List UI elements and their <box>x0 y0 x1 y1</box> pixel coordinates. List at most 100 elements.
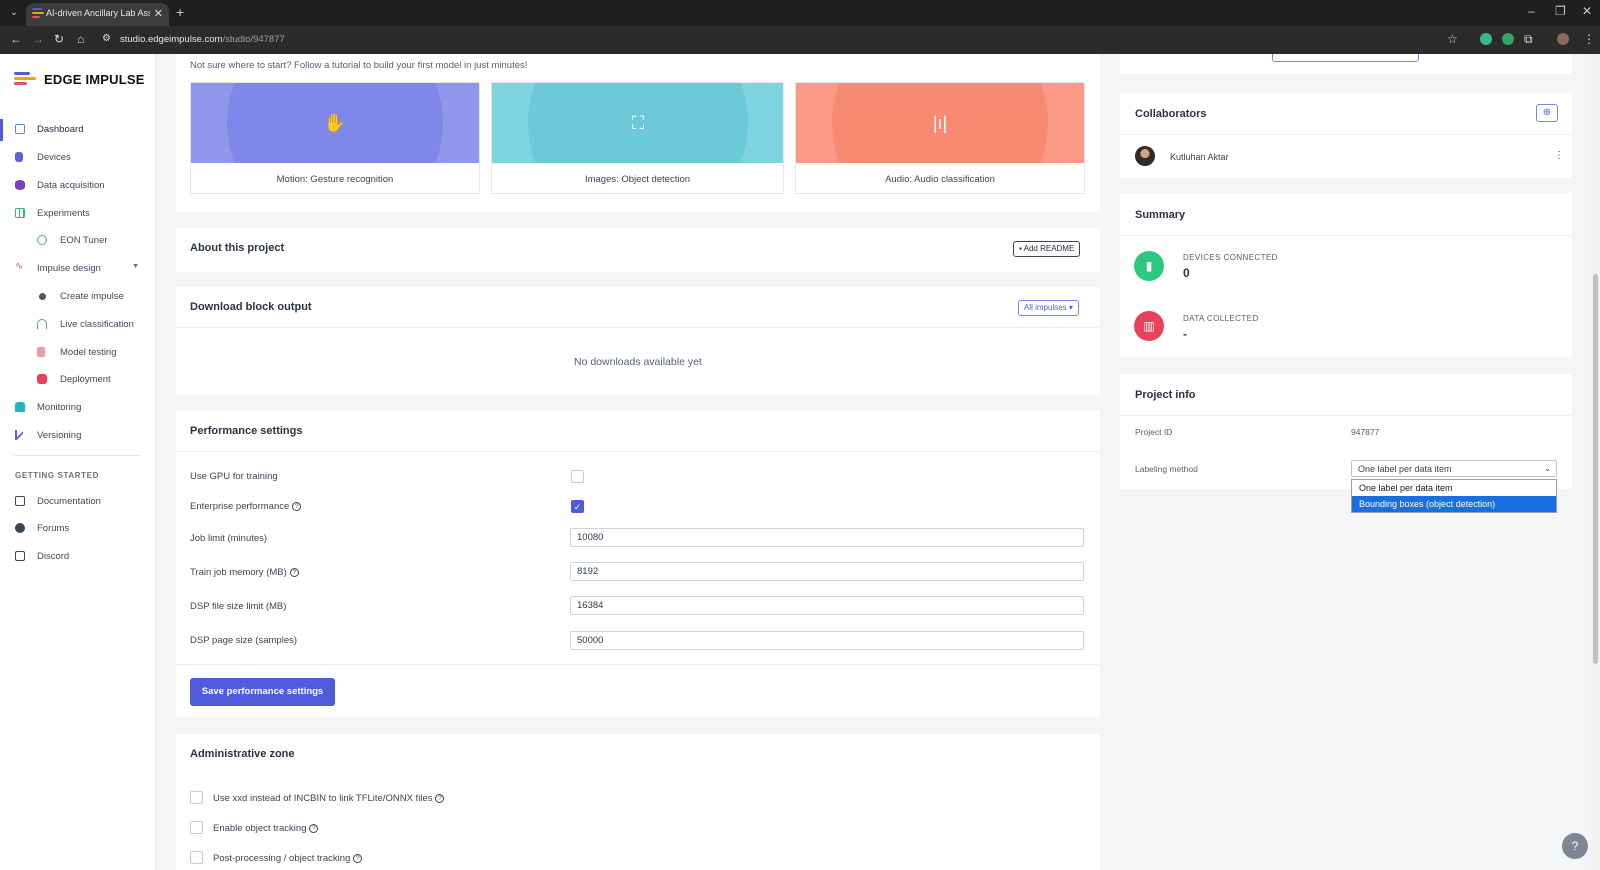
labeling-method-label: Labeling method <box>1135 464 1198 474</box>
sidebar-divider <box>14 455 140 456</box>
help-icon[interactable]: ? <box>435 794 445 803</box>
help-chat-button[interactable]: ? <box>1562 833 1588 859</box>
new-tab-icon[interactable]: + <box>176 4 184 20</box>
edge-impulse-favicon-icon <box>32 8 44 20</box>
extension-grammarly-icon[interactable] <box>1502 33 1514 45</box>
performance-title: Performance settings <box>190 425 303 437</box>
dropdown-option[interactable]: Bounding boxes (object detection) <box>1352 496 1556 512</box>
sidebar-item-eon-tuner[interactable]: EON Tuner <box>0 230 155 252</box>
post-processing-label: Post-processing / object tracking? <box>213 853 363 864</box>
sidebar-item-dashboard[interactable]: Dashboard <box>0 119 155 141</box>
sidebar-item-impulse-design[interactable]: ∿ Impulse design ▼ <box>0 258 155 280</box>
bookmark-star-icon[interactable]: ☆ <box>1447 32 1458 46</box>
use-gpu-label: Use GPU for training <box>190 471 278 482</box>
post-processing-checkbox[interactable] <box>190 851 203 864</box>
impulse-filter-dropdown[interactable]: All impulses ▾ <box>1018 300 1079 316</box>
train-memory-label: Train job memory (MB)? <box>190 567 299 578</box>
minimize-icon[interactable]: – <box>1528 4 1535 18</box>
dsp-page-size-input[interactable]: 50000 <box>570 631 1084 650</box>
dsp-file-size-input[interactable]: 16384 <box>570 596 1084 615</box>
help-icon[interactable]: ? <box>353 854 363 863</box>
sidebar-item-devices[interactable]: Devices <box>0 147 155 169</box>
object-tracking-checkbox[interactable] <box>190 821 203 834</box>
tutorial-card-audio[interactable]: |ı| Audio: Audio classification <box>795 82 1085 194</box>
extension-shield-icon[interactable] <box>1480 33 1492 45</box>
tutorial-banner-images: ⛶ <box>492 83 783 163</box>
tutorial-card-motion[interactable]: ✋ Motion: Gesture recognition <box>190 82 480 194</box>
labeling-method-dropdown: One label per data item Bounding boxes (… <box>1351 479 1557 513</box>
about-title: About this project <box>190 242 285 254</box>
summary-title: Summary <box>1135 209 1186 221</box>
sidebar-item-versioning[interactable]: Versioning <box>0 425 155 447</box>
live-icon <box>37 319 47 329</box>
dsp-file-size-label: DSP file size limit (MB) <box>190 601 287 612</box>
tab-title: AI-driven Ancillary Lab Assistant <box>46 8 150 18</box>
sidebar-item-experiments[interactable]: Experiments <box>0 203 155 225</box>
page-scrollbar[interactable] <box>1591 54 1600 870</box>
browser-tab[interactable]: AI-driven Ancillary Lab Assistant ✕ <box>26 3 169 26</box>
chevron-down-icon: ⌄ <box>1544 464 1551 473</box>
forward-icon[interactable]: → <box>32 32 44 46</box>
use-gpu-checkbox[interactable] <box>571 470 584 483</box>
sidebar-item-create-impulse[interactable]: Create impulse <box>0 286 155 308</box>
labeling-method-select[interactable]: One label per data item ⌄ <box>1351 460 1557 477</box>
avatar <box>1135 146 1155 166</box>
tuner-icon <box>37 235 47 245</box>
back-icon[interactable]: ← <box>10 32 22 46</box>
tutorial-label: Motion: Gesture recognition <box>276 174 394 185</box>
project-id-label: Project ID <box>1135 427 1173 437</box>
collaborator-menu-icon[interactable]: ⋮ <box>1554 150 1564 161</box>
collaborators-panel <box>1120 93 1572 178</box>
reload-icon[interactable]: ↻ <box>54 32 64 46</box>
extensions-puzzle-icon[interactable]: ⧉ <box>1524 32 1533 47</box>
data-collected-label: DATA COLLECTED <box>1183 314 1259 323</box>
use-xxd-checkbox[interactable] <box>190 791 203 804</box>
audio-waveform-icon: |ı| <box>932 113 948 133</box>
object-tracking-label: Enable object tracking? <box>213 823 319 834</box>
close-window-icon[interactable]: ✕ <box>1582 4 1592 18</box>
tutorial-label: Images: Object detection <box>584 174 691 185</box>
partial-button[interactable] <box>1272 54 1419 62</box>
browser-toolbar: ← → ↻ ⌂ ⚙ studio.edgeimpulse.com/studio/… <box>0 26 1600 54</box>
help-icon[interactable]: ? <box>309 824 319 833</box>
sidebar-item-monitoring[interactable]: Monitoring <box>0 397 155 419</box>
clipboard-icon <box>37 347 45 357</box>
tab-close-icon[interactable]: ✕ <box>154 7 163 20</box>
collaborators-title: Collaborators <box>1135 108 1207 120</box>
sidebar-item-discord[interactable]: Discord <box>0 546 155 568</box>
save-performance-settings-button[interactable]: Save performance settings <box>190 678 335 706</box>
site-info-icon[interactable]: ⚙ <box>102 33 111 44</box>
add-readme-button[interactable]: ▪ Add README <box>1013 241 1081 257</box>
tutorial-card-images[interactable]: ⛶ Images: Object detection <box>491 82 784 194</box>
object-detection-icon: ⛶ <box>631 113 645 133</box>
job-limit-input[interactable]: 10080 <box>570 528 1084 547</box>
help-icon[interactable]: ? <box>289 568 299 577</box>
monitor-icon <box>15 124 25 134</box>
sidebar-item-deployment[interactable]: Deployment <box>0 369 155 391</box>
sidebar-item-live-classification[interactable]: Live classification <box>0 314 155 336</box>
profile-avatar-icon[interactable] <box>1557 33 1569 45</box>
question-icon: ? <box>1571 839 1579 853</box>
sidebar-item-forums[interactable]: Forums <box>0 518 155 540</box>
restore-icon[interactable]: ❐ <box>1555 4 1566 18</box>
help-icon[interactable]: ? <box>292 502 302 511</box>
train-memory-input[interactable]: 8192 <box>570 562 1084 581</box>
add-collaborator-button[interactable]: ⊕ <box>1536 104 1558 122</box>
enterprise-performance-checkbox[interactable]: ✓ <box>571 500 584 513</box>
tab-search-icon[interactable]: ⌄ <box>6 5 22 21</box>
database-icon <box>15 180 25 190</box>
sidebar-item-model-testing[interactable]: Model testing <box>0 342 155 364</box>
gesture-hand-icon: ✋ <box>323 113 347 133</box>
monitoring-icon <box>15 402 25 412</box>
browser-menu-icon[interactable]: ⋮ <box>1583 32 1595 46</box>
devices-connected-value: 0 <box>1183 266 1190 280</box>
sidebar: EDGE IMPULSE Dashboard Devices Data acqu… <box>0 54 156 870</box>
downloads-empty-message: No downloads available yet <box>574 356 702 368</box>
about-panel <box>176 228 1100 272</box>
dropdown-option[interactable]: One label per data item <box>1352 480 1556 496</box>
home-icon[interactable]: ⌂ <box>77 32 84 46</box>
scrollbar-thumb[interactable] <box>1593 274 1598 664</box>
address-bar[interactable]: ⚙ studio.edgeimpulse.com/studio/947877 <box>98 29 1468 51</box>
sidebar-item-data-acquisition[interactable]: Data acquisition <box>0 175 155 197</box>
sidebar-item-documentation[interactable]: Documentation <box>0 491 155 513</box>
